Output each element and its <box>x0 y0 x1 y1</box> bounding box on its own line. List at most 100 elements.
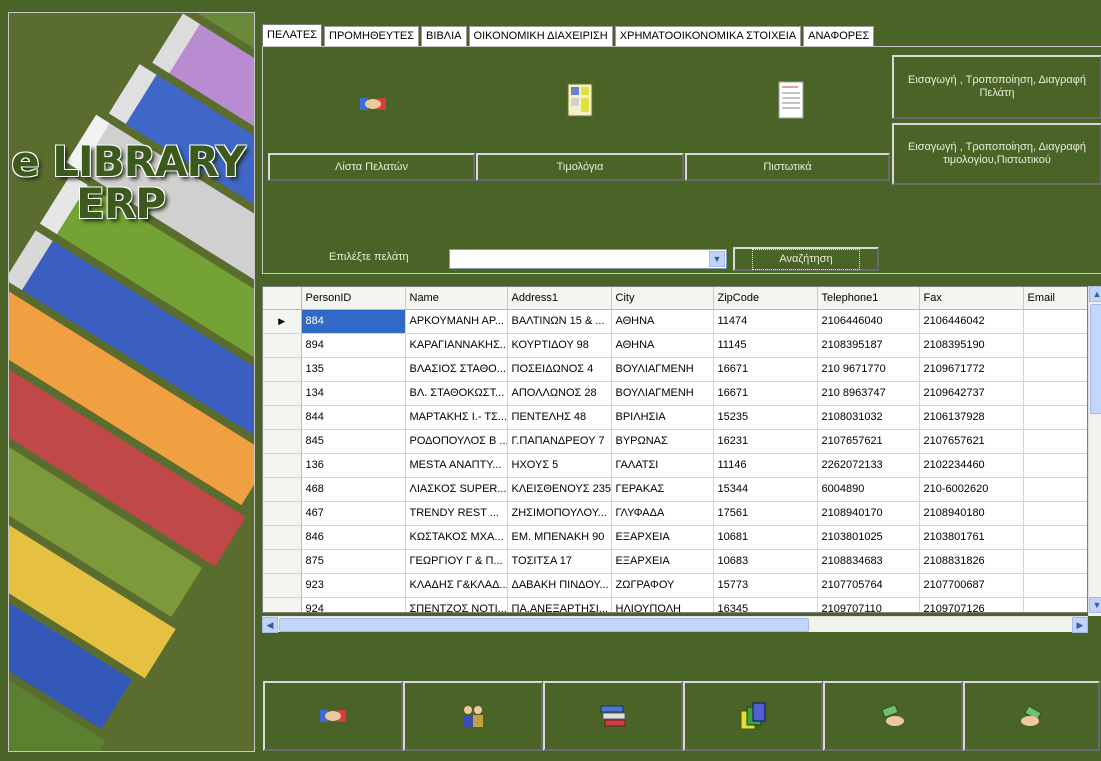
cell-address1[interactable]: ΤΟΣΙΤΣΑ 17 <box>507 549 612 574</box>
cell-email[interactable] <box>1023 501 1087 526</box>
cell-name[interactable]: ΒΛΑΣΙΟΣ ΣΤΑΘΟ... <box>405 357 508 382</box>
cell-email[interactable] <box>1023 525 1087 550</box>
cell-personid[interactable]: 875 <box>301 549 406 574</box>
cell-address1[interactable]: ΕΜ. ΜΠΕΝΑΚΗ 90 <box>507 525 612 550</box>
cell-name[interactable]: ΜΑΡΤΑΚΗΣ Ι.- ΤΣ... <box>405 405 508 430</box>
scroll-right-icon[interactable]: ▶ <box>1072 617 1088 633</box>
toolbar-money-out-button[interactable] <box>963 681 1100 751</box>
cell-zipcode[interactable]: 16671 <box>713 381 818 406</box>
cell-zipcode[interactable]: 11146 <box>713 453 818 478</box>
toolbar-financial-button[interactable] <box>683 681 823 751</box>
cell-fax[interactable]: 2109642737 <box>919 381 1024 406</box>
cell-email[interactable] <box>1023 453 1087 478</box>
cell-name[interactable]: ΚΩΣΤΑΚΟΣ ΜΧΑ... <box>405 525 508 550</box>
cell-zipcode[interactable]: 16671 <box>713 357 818 382</box>
customers-grid[interactable]: PersonID Name Address1 City ZipCode Tele… <box>262 286 1088 613</box>
cell-zipcode[interactable]: 16231 <box>713 429 818 454</box>
row-header[interactable] <box>263 597 302 612</box>
column-header-personid[interactable]: PersonID <box>301 287 406 310</box>
row-header[interactable] <box>263 453 302 478</box>
search-button[interactable]: Αναζήτηση <box>733 247 879 271</box>
cell-fax[interactable]: 2102234460 <box>919 453 1024 478</box>
column-header-email[interactable]: Email <box>1023 287 1087 310</box>
cell-city[interactable]: ΕΞΑΡΧΕΙΑ <box>611 525 714 550</box>
cell-address1[interactable]: ΠΑ.ΑΝΕΞΑΡΤΗΣΙ... <box>507 597 612 612</box>
grid-horizontal-scrollbar[interactable]: ◀ ▶ <box>262 616 1088 633</box>
cell-telephone1[interactable]: 2103801025 <box>817 525 920 550</box>
cell-telephone1[interactable]: 6004890 <box>817 477 920 502</box>
cell-name[interactable]: ΣΠΕΝΤΖΟΣ ΝΟΤΙ... <box>405 597 508 612</box>
row-header[interactable] <box>263 357 302 382</box>
cell-address1[interactable]: ΑΠΟΛΛΩΝΟΣ 28 <box>507 381 612 406</box>
cell-name[interactable]: ΑΡΚΟΥΜΑΝΗ ΑΡ... <box>405 309 508 334</box>
cell-personid[interactable]: 467 <box>301 501 406 526</box>
cell-personid[interactable]: 844 <box>301 405 406 430</box>
horizontal-scroll-thumb[interactable] <box>279 618 809 632</box>
invoice-calculator-icon[interactable] <box>567 83 593 117</box>
invoices-button[interactable]: Τιμολόγια <box>476 153 684 181</box>
cell-name[interactable]: ΒΛ. ΣΤΑΘΟΚΩΣΤ... <box>405 381 508 406</box>
cell-zipcode[interactable]: 10681 <box>713 525 818 550</box>
cell-telephone1[interactable]: 2107705764 <box>817 573 920 598</box>
column-header-fax[interactable]: Fax <box>919 287 1024 310</box>
table-row[interactable]: 846 ΚΩΣΤΑΚΟΣ ΜΧΑ... ΕΜ. ΜΠΕΝΑΚΗ 90 ΕΞΑΡΧΕΙΑ… <box>263 525 1087 550</box>
row-header[interactable] <box>263 429 302 454</box>
cell-email[interactable] <box>1023 477 1087 502</box>
cell-personid[interactable]: 134 <box>301 381 406 406</box>
toolbar-suppliers-button[interactable] <box>403 681 543 751</box>
cell-zipcode[interactable]: 11145 <box>713 333 818 358</box>
cell-city[interactable]: ΒΟΥΛΙΑΓΜΕΝΗ <box>611 357 714 382</box>
cell-name[interactable]: TRENDY REST ... <box>405 501 508 526</box>
cell-city[interactable]: ΑΘΗΝΑ <box>611 333 714 358</box>
cell-telephone1[interactable]: 2108834683 <box>817 549 920 574</box>
table-row[interactable]: 875 ΓΕΩΡΓΙΟΥ Γ & Π... ΤΟΣΙΤΣΑ 17 ΕΞΑΡΧΕΙΑ 10… <box>263 549 1087 574</box>
cell-email[interactable] <box>1023 429 1087 454</box>
cell-fax[interactable]: 2103801761 <box>919 525 1024 550</box>
row-header[interactable] <box>263 333 302 358</box>
tab-reports[interactable]: ΑΝΑΦΟΡΕΣ <box>803 26 875 46</box>
cell-zipcode[interactable]: 15344 <box>713 477 818 502</box>
cell-personid[interactable]: 136 <box>301 453 406 478</box>
cell-personid[interactable]: 846 <box>301 525 406 550</box>
cell-city[interactable]: ΒΟΥΛΙΑΓΜΕΝΗ <box>611 381 714 406</box>
cell-email[interactable] <box>1023 549 1087 574</box>
table-row[interactable]: 894 ΚΑΡΑΓΙΑΝΝΑΚΗΣ... ΚΟΥΡΤΙΔΟΥ 98 ΑΘΗΝΑ 1114… <box>263 333 1087 358</box>
credit-note-icon[interactable] <box>778 81 804 119</box>
cell-name[interactable]: ΡΟΔΟΠΟΥΛΟΣ Β ... <box>405 429 508 454</box>
cell-address1[interactable]: ΗΧΟΥΣ 5 <box>507 453 612 478</box>
customer-combobox[interactable]: ▼ <box>449 249 727 269</box>
tab-financial-management[interactable]: ΟΙΚΟΝΟΜΙΚΗ ΔΙΑΧΕΙΡΙΣΗ <box>468 26 613 46</box>
cell-telephone1[interactable]: 210 9671770 <box>817 357 920 382</box>
cell-name[interactable]: ΛΙΑΣΚΟΣ SUPER... <box>405 477 508 502</box>
cell-telephone1[interactable]: 2262072133 <box>817 453 920 478</box>
table-row[interactable]: 924 ΣΠΕΝΤΖΟΣ ΝΟΤΙ... ΠΑ.ΑΝΕΞΑΡΤΗΣΙ... ΗΛΙΟΥ… <box>263 597 1087 612</box>
cell-fax[interactable]: 2108395190 <box>919 333 1024 358</box>
customer-list-button[interactable]: Λίστα Πελατών <box>268 153 475 181</box>
table-row[interactable]: 923 ΚΛΑΔΗΣ Γ&ΚΛΑΔ... ΔΑΒΑΚΗ ΠΙΝΔΟΥ... ΖΩΓΡΑ… <box>263 573 1087 598</box>
table-row[interactable]: 467 TRENDY REST ... ΖΗΣΙΜΟΠΟΥΛΟΥ... ΓΛΥΦΑΔΑ… <box>263 501 1087 526</box>
row-header-corner[interactable] <box>263 287 302 310</box>
table-row[interactable]: 845 ΡΟΔΟΠΟΥΛΟΣ Β ... Γ.ΠΑΠΑΝΔΡΕΟΥ 7 ΒΥΡΩΝΑΣ… <box>263 429 1087 454</box>
row-header[interactable] <box>263 477 302 502</box>
cell-name[interactable]: ΚΑΡΑΓΙΑΝΝΑΚΗΣ... <box>405 333 508 358</box>
cell-email[interactable] <box>1023 573 1087 598</box>
cell-zipcode[interactable]: 16345 <box>713 597 818 612</box>
cell-address1[interactable]: ΖΗΣΙΜΟΠΟΥΛΟΥ... <box>507 501 612 526</box>
cell-address1[interactable]: ΚΟΥΡΤΙΔΟΥ 98 <box>507 333 612 358</box>
cell-zipcode[interactable]: 17561 <box>713 501 818 526</box>
cell-address1[interactable]: ΠΟΣΕΙΔΩΝΟΣ 4 <box>507 357 612 382</box>
cell-fax[interactable]: 210-6002620 <box>919 477 1024 502</box>
toolbar-books-button[interactable] <box>543 681 683 751</box>
credits-button[interactable]: Πιστωτικά <box>685 153 890 181</box>
toolbar-money-in-button[interactable] <box>823 681 963 751</box>
cell-personid[interactable]: 884 <box>301 309 406 334</box>
cell-fax[interactable]: 2108940180 <box>919 501 1024 526</box>
cell-zipcode[interactable]: 15773 <box>713 573 818 598</box>
edit-customer-button[interactable]: Εισαγωγή , Τροποποίηση, Διαγραφή Πελάτη <box>892 55 1101 119</box>
row-header[interactable] <box>263 549 302 574</box>
row-header[interactable] <box>263 525 302 550</box>
row-header[interactable] <box>263 405 302 430</box>
cell-zipcode[interactable]: 10683 <box>713 549 818 574</box>
cell-personid[interactable]: 468 <box>301 477 406 502</box>
cell-email[interactable] <box>1023 381 1087 406</box>
